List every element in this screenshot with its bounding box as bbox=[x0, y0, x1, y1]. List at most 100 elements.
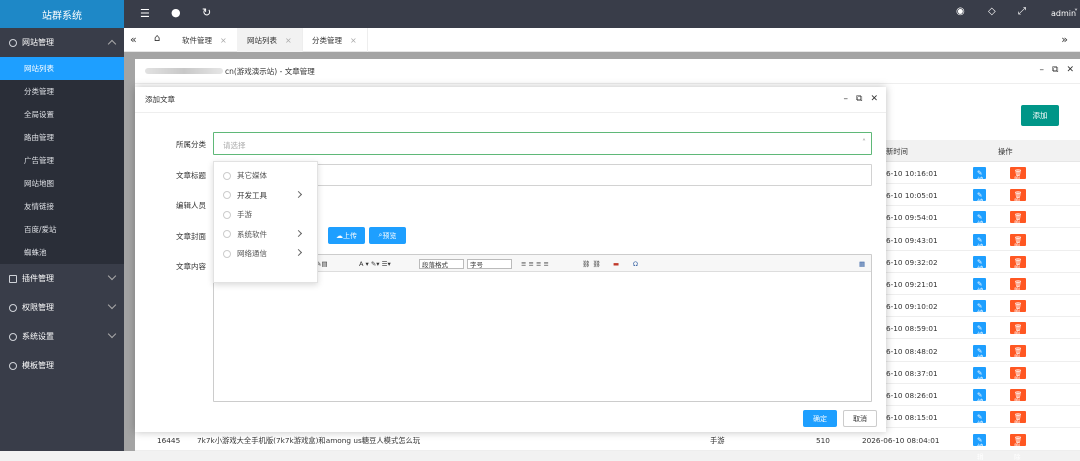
row-time: 6-10 08:26:01 bbox=[886, 391, 938, 400]
edit-button[interactable]: ✎ 编辑 bbox=[973, 322, 986, 334]
sidebar-item-baidu[interactable]: 百度/爱站 bbox=[0, 218, 124, 241]
option-mobile-games[interactable]: 手游 bbox=[214, 205, 317, 225]
link-icon[interactable]: ⛓ ⛓ bbox=[582, 259, 601, 269]
delete-button[interactable]: 🗑 删除 bbox=[1010, 345, 1026, 357]
delete-button[interactable]: 🗑 删除 bbox=[1010, 211, 1026, 223]
label-category: 所属分类 bbox=[146, 139, 206, 150]
tab-site-list[interactable]: 网站列表× bbox=[237, 28, 303, 52]
edit-button[interactable]: ✎ 编辑 bbox=[973, 234, 986, 246]
refresh-icon[interactable]: ↻ bbox=[202, 6, 211, 19]
tabs-scroll-left-icon[interactable]: « bbox=[130, 33, 137, 46]
font-color-icon[interactable]: A ▾ ✎▾ ☰▾ bbox=[359, 259, 391, 269]
category-select[interactable]: 请选择 ˄ bbox=[213, 132, 872, 155]
font-size-select[interactable]: 字号 bbox=[467, 259, 512, 269]
globe-icon[interactable]: ● bbox=[171, 6, 181, 19]
sidebar-group-plugins[interactable]: 插件管理 bbox=[0, 264, 124, 293]
chevron-up-icon: ˄ bbox=[862, 138, 866, 147]
image-icon[interactable]: ▬ bbox=[613, 259, 619, 269]
home-icon[interactable]: ⌂ bbox=[154, 33, 160, 44]
close-icon[interactable]: ✕ bbox=[1066, 65, 1074, 75]
sidebar-item-spider-pool[interactable]: 蜘蛛池 bbox=[0, 241, 124, 264]
maximize-icon[interactable]: ⧉ bbox=[1052, 65, 1058, 75]
delete-button[interactable]: 🗑 删除 bbox=[1010, 411, 1026, 423]
sidebar-item-site-list[interactable]: 网站列表 bbox=[0, 57, 124, 80]
option-label: 系统软件 bbox=[237, 229, 267, 240]
edit-button[interactable]: ✎ 编辑 bbox=[973, 345, 986, 357]
edit-button[interactable]: ✎ 编辑 bbox=[973, 389, 986, 401]
sidebar-item-global-settings[interactable]: 全局设置 bbox=[0, 103, 124, 126]
special-char-icon[interactable]: Ω bbox=[633, 259, 638, 269]
font-size-label: 字号 bbox=[470, 259, 483, 269]
app-logo: 站群系统 bbox=[0, 0, 124, 28]
edit-button[interactable]: ✎ 编辑 bbox=[973, 367, 986, 379]
close-icon[interactable]: × bbox=[220, 36, 227, 45]
delete-button[interactable]: 🗑 删除 bbox=[1010, 434, 1026, 446]
delete-button[interactable]: 🗑 删除 bbox=[1010, 256, 1026, 268]
delete-button[interactable]: 🗑 删除 bbox=[1010, 167, 1026, 179]
close-icon[interactable]: × bbox=[285, 36, 292, 45]
upload-button[interactable]: ☁ 上传 bbox=[328, 227, 365, 244]
palette-icon bbox=[9, 362, 17, 370]
fullscreen-icon[interactable]: ⤢ bbox=[1018, 6, 1026, 17]
option-network[interactable]: 网络通信 bbox=[214, 244, 317, 264]
delete-button[interactable]: 🗑 删除 bbox=[1010, 189, 1026, 201]
cancel-button[interactable]: 取消 bbox=[843, 410, 877, 427]
sidebar-group-system[interactable]: 系统设置 bbox=[0, 322, 124, 351]
sidebar-item-routes[interactable]: 路由管理 bbox=[0, 126, 124, 149]
tabs-scroll-right-icon[interactable]: » bbox=[1061, 33, 1068, 46]
edit-button[interactable]: ✎ 编辑 bbox=[973, 211, 986, 223]
delete-button[interactable]: 🗑 删除 bbox=[1010, 278, 1026, 290]
sidebar-item-ads[interactable]: 广告管理 bbox=[0, 149, 124, 172]
edit-button[interactable]: ✎ 编辑 bbox=[973, 167, 986, 179]
row-views: 510 bbox=[816, 436, 830, 445]
delete-button[interactable]: 🗑 删除 bbox=[1010, 389, 1026, 401]
tab-software[interactable]: 软件管理× bbox=[172, 28, 238, 52]
close-icon[interactable]: ✕ bbox=[870, 94, 878, 104]
edit-button[interactable]: ✎ 编辑 bbox=[973, 278, 986, 290]
maximize-icon[interactable]: ⧉ bbox=[856, 94, 862, 104]
tag-icon[interactable]: ◇ bbox=[988, 6, 996, 17]
sidebar-item-sitemap[interactable]: 网站地图 bbox=[0, 172, 124, 195]
row-title[interactable]: 7k7k小游戏大全手机版(7k7k游戏盒)和among us糖豆人模式怎么玩 bbox=[197, 436, 420, 446]
source-icon[interactable]: ▦ bbox=[859, 259, 865, 269]
edit-button[interactable]: ✎ 编辑 bbox=[973, 300, 986, 312]
edit-button[interactable]: ✎ 编辑 bbox=[973, 434, 986, 446]
edit-button[interactable]: ✎ 编辑 bbox=[973, 411, 986, 423]
option-system-software[interactable]: 系统软件 bbox=[214, 225, 317, 245]
edit-button[interactable]: ✎ 编辑 bbox=[973, 189, 986, 201]
sidebar-group-templates[interactable]: 模板管理 bbox=[0, 351, 124, 380]
edit-button[interactable]: ✎ 编辑 bbox=[973, 256, 986, 268]
sidebar: 站群系统 网站管理 网站列表 分类管理 全局设置 路由管理 广告管理 网站地图 … bbox=[0, 0, 124, 451]
sidebar-item-friend-links[interactable]: 友情链接 bbox=[0, 195, 124, 218]
theme-icon[interactable]: ◉ bbox=[956, 6, 965, 17]
category-placeholder: 请选择 bbox=[223, 140, 246, 151]
option-other-media[interactable]: 其它媒体 bbox=[214, 166, 317, 186]
chevron-right-icon bbox=[295, 190, 302, 197]
label-cover: 文章封面 bbox=[146, 231, 206, 242]
paragraph-format-select[interactable]: 段落格式 bbox=[419, 259, 464, 269]
sidebar-group-permissions[interactable]: 权限管理 bbox=[0, 293, 124, 322]
add-article-button[interactable]: 添加 bbox=[1021, 105, 1059, 126]
preview-button[interactable]: ⌕ 预览 bbox=[369, 227, 406, 244]
user-menu[interactable]: admin bbox=[1051, 9, 1076, 18]
tab-label: 分类管理 bbox=[312, 35, 342, 46]
delete-button[interactable]: 🗑 删除 bbox=[1010, 300, 1026, 312]
upload-label: 上传 bbox=[343, 231, 357, 241]
close-icon[interactable]: × bbox=[350, 36, 357, 45]
option-dev-tools[interactable]: 开发工具 bbox=[214, 186, 317, 206]
window-controls: – ⧉ ✕ bbox=[1040, 65, 1074, 75]
minimize-icon[interactable]: – bbox=[1040, 65, 1045, 75]
chevron-up-icon bbox=[108, 40, 116, 48]
sidebar-item-category[interactable]: 分类管理 bbox=[0, 80, 124, 103]
window-title-text: cn(游戏演示站) - 文章管理 bbox=[225, 66, 315, 77]
menu-toggle-icon[interactable]: ☰ bbox=[140, 7, 150, 20]
delete-button[interactable]: 🗑 删除 bbox=[1010, 322, 1026, 334]
delete-button[interactable]: 🗑 删除 bbox=[1010, 367, 1026, 379]
delete-button[interactable]: 🗑 删除 bbox=[1010, 234, 1026, 246]
tab-category[interactable]: 分类管理 × bbox=[302, 28, 368, 52]
confirm-button[interactable]: 确定 bbox=[803, 410, 837, 427]
align-icons[interactable]: ≡ ≡ ≡ ≡ bbox=[521, 259, 549, 269]
row-time: 6-10 08:48:02 bbox=[886, 347, 938, 356]
sidebar-group-site[interactable]: 网站管理 bbox=[0, 28, 124, 57]
minimize-icon[interactable]: – bbox=[844, 94, 849, 104]
